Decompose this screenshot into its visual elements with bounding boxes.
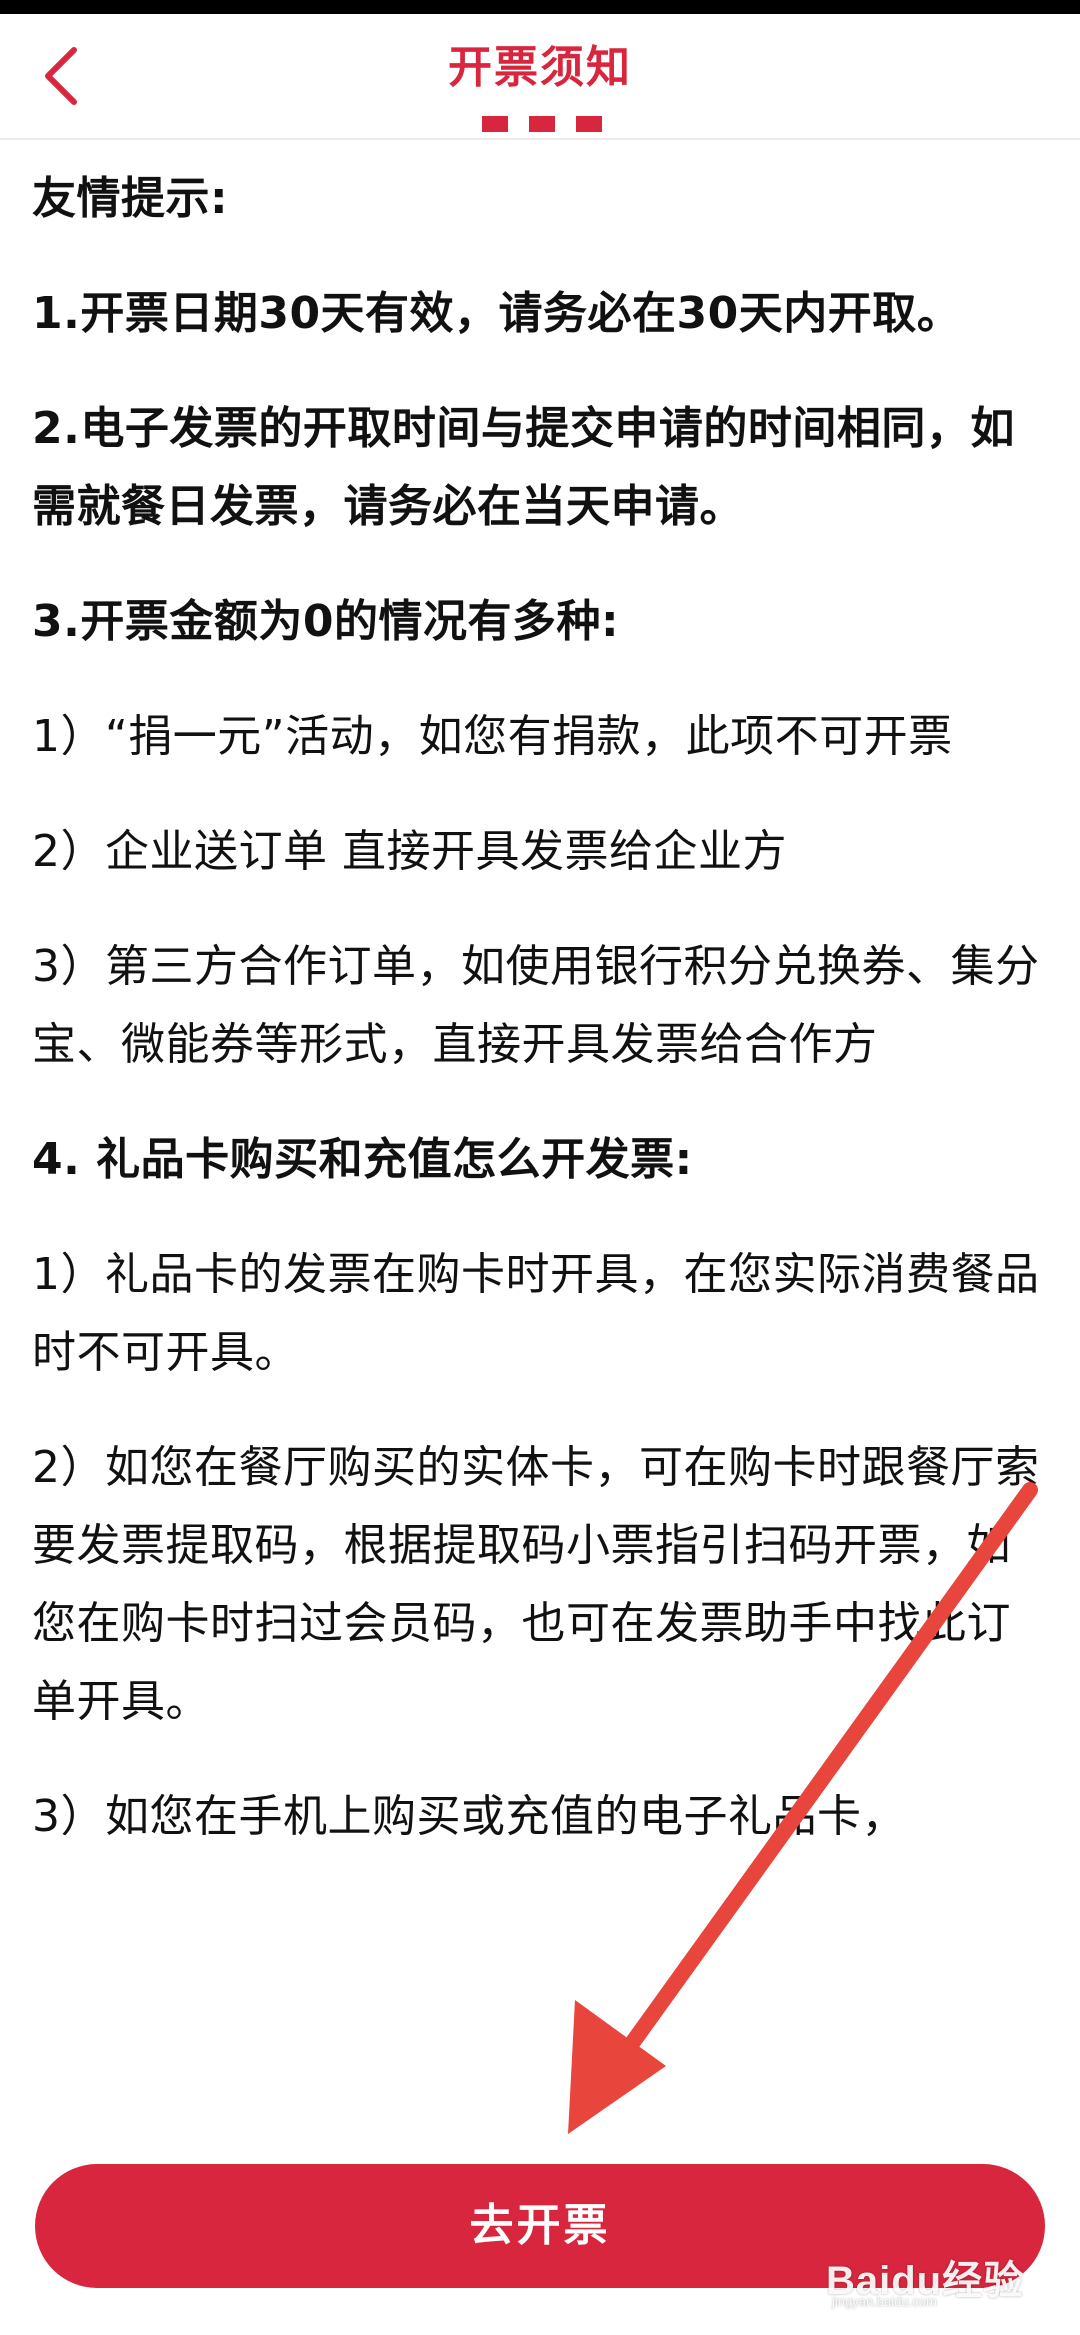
notice-paragraph: 3）第三方合作订单，如使用银行积分兑换券、集分宝、微能券等形式，直接开具发票给合…: [32, 941, 1040, 1070]
notice-paragraph: 2）企业送订单 直接开具发票给企业方: [32, 826, 787, 877]
issue-invoice-button[interactable]: 去开票: [35, 2164, 1045, 2288]
notice-paragraph: 1.开票日期30天有效，请务必在30天内开取。: [32, 288, 962, 339]
status-bar: [0, 0, 1080, 14]
top-navigation-bar: 开票须知: [0, 14, 1080, 140]
notice-paragraph: 2）如您在餐厅购买的实体卡，可在购卡时跟餐厅索要发票提取码，根据提取码小票指引扫…: [32, 1442, 1040, 1727]
invoice-notice-content: 友情提示: 1.开票日期30天有效，请务必在30天内开取。 2.电子发票的开取时…: [32, 160, 1048, 2120]
notice-paragraph: 3）如您在手机上购买或充值的电子礼品卡，: [32, 1791, 906, 1842]
notice-paragraph: 2.电子发票的开取时间与提交申请的时间相同，如需就餐日发票，请务必在当天申请。: [32, 403, 1015, 532]
page-title: 开票须知: [448, 42, 632, 93]
title-dash: [482, 116, 508, 132]
title-dash: [576, 116, 602, 132]
notice-paragraph: 1）礼品卡的发票在购卡时开具，在您实际消费餐品时不可开具。: [32, 1249, 1040, 1378]
title-dash: [529, 116, 555, 132]
notice-paragraph: 3.开票金额为0的情况有多种:: [32, 596, 620, 647]
notice-paragraph: 4. 礼品卡购买和充值怎么开发票:: [32, 1134, 693, 1185]
title-underline-decoration: [482, 116, 602, 134]
notice-paragraph: 友情提示:: [32, 173, 229, 224]
notice-paragraph: 1）“捐一元”活动，如您有捐款，此项不可开票: [32, 711, 953, 762]
